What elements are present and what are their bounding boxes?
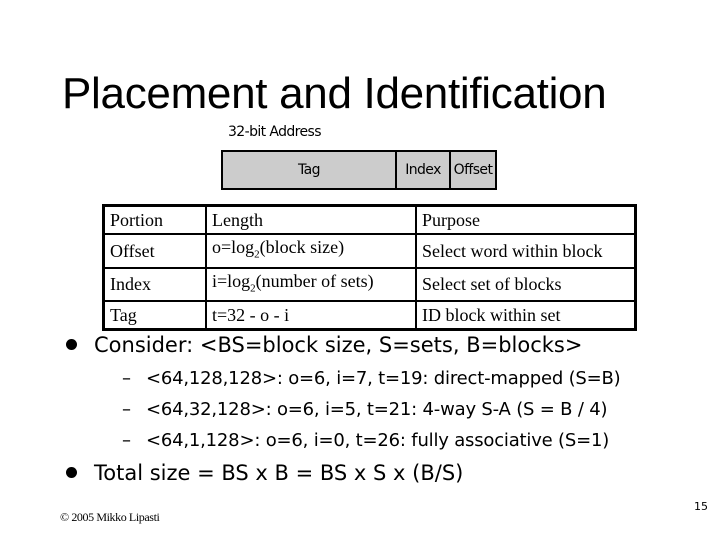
cell-portion: Tag [102, 300, 207, 331]
cell-portion: Offset [102, 233, 207, 269]
cell-portion: Index [102, 266, 207, 303]
length-suffix: (number of sets) [255, 270, 374, 291]
bullet-text: Total size = BS x B = BS x S x (B/S) [94, 461, 464, 485]
sub-bullet: – <64,32,128>: o=6, i=5, t=21: 4-way S-A … [122, 398, 607, 422]
length-suffix: (block size) [259, 237, 345, 257]
header-portion: Portion [102, 204, 207, 235]
cell-purpose: Select word within block [415, 233, 637, 269]
table-row: Tag t=32 - o - i ID block within set [102, 300, 637, 331]
sub-bullet: – <64,1,128>: o=6, i=0, t=26: fully assoc… [122, 429, 609, 453]
length-prefix: o=log [212, 237, 255, 257]
dash-icon: – [122, 430, 131, 451]
cell-length: o=log2(block size) [205, 233, 417, 269]
bullet-text: Consider: <BS=block size, S=sets, B=bloc… [94, 333, 583, 357]
address-format-diagram: Tag Index Offset [221, 150, 497, 190]
sub-bullet-text: <64,128,128>: o=6, i=7, t=19: direct-map… [146, 368, 621, 389]
bullet-dot-icon [66, 338, 77, 350]
slide-title: Placement and Identification [62, 69, 607, 118]
table-header-row: Portion Length Purpose [102, 204, 637, 235]
sub-bullet-text: <64,1,128>: o=6, i=0, t=26: fully associ… [146, 430, 610, 451]
bullet-total-size: Total size = BS x B = BS x S x (B/S) [66, 458, 463, 488]
cell-length: i=log2(number of sets) [205, 266, 417, 303]
dash-icon: – [122, 399, 131, 420]
copyright-footer: © 2005 Mikko Lipasti [60, 510, 160, 524]
cell-purpose: Select set of blocks [415, 266, 637, 303]
header-length: Length [205, 204, 417, 235]
address-field-offset: Offset [453, 162, 493, 178]
bullet-consider: Consider: <BS=block size, S=sets, B=bloc… [66, 330, 582, 360]
address-label: 32-bit Address [228, 124, 322, 140]
address-field-tag: Tag [223, 152, 397, 188]
sub-bullet-text: <64,32,128>: o=6, i=5, t=21: 4-way S-A (… [146, 399, 608, 420]
cell-purpose: ID block within set [415, 300, 637, 331]
header-purpose: Purpose [415, 204, 637, 235]
length-prefix: i=log [212, 270, 251, 291]
cell-length: t=32 - o - i [205, 300, 417, 331]
address-portion-table: Portion Length Purpose Offset o=log2(blo… [102, 204, 637, 332]
address-field-index: Index [397, 152, 451, 188]
sub-bullet: – <64,128,128>: o=6, i=7, t=19: direct-ma… [122, 367, 621, 391]
table-row: Index i=log2(number of sets) Select set … [102, 266, 637, 303]
bullet-dot-icon [66, 466, 77, 478]
table-row: Offset o=log2(block size) Select word wi… [102, 233, 637, 269]
dash-icon: – [122, 368, 131, 389]
page-number: 15 [694, 500, 708, 513]
